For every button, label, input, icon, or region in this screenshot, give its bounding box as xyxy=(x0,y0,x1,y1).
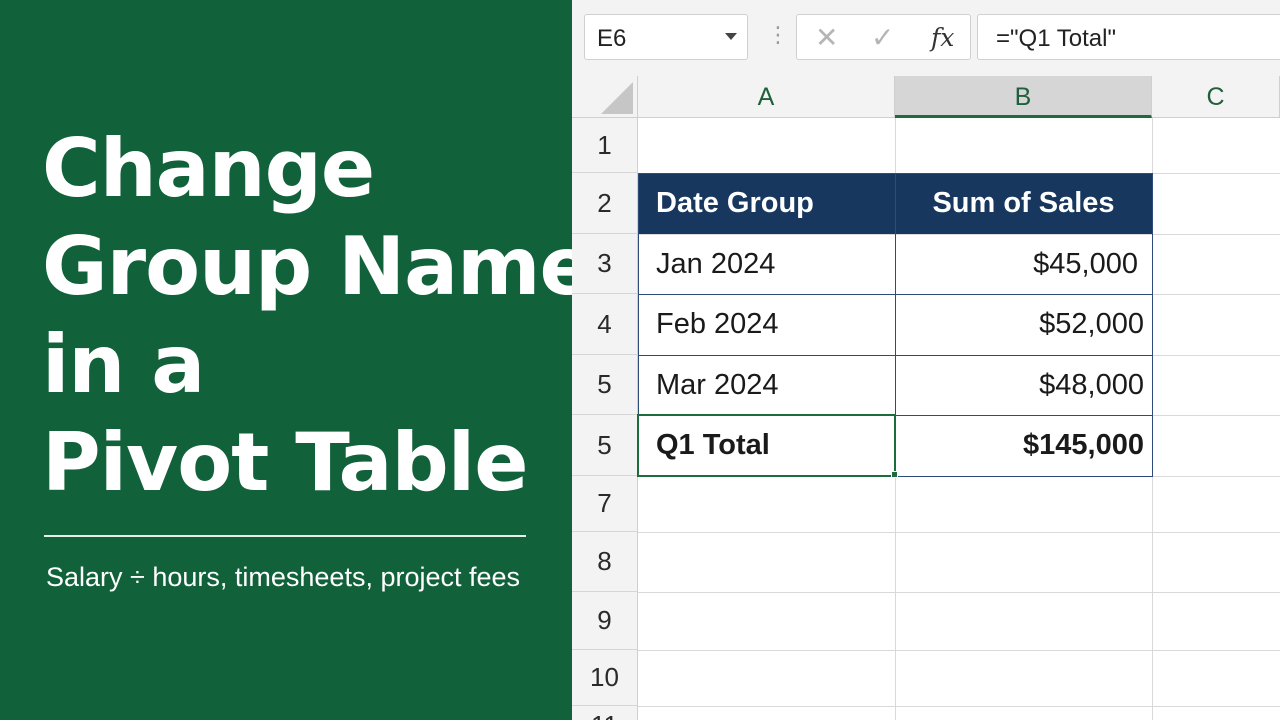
fill-handle[interactable] xyxy=(891,471,898,478)
hero-subtitle: Salary ÷ hours, timesheets, project fees xyxy=(46,562,521,592)
hero-title-line: Pivot Table xyxy=(42,416,528,509)
formula-actions: ✕ ✓ fx xyxy=(796,14,971,60)
spreadsheet: E6 ⋮ ✕ ✓ fx ="Q1 Total" A B C 1 2 3 4 5 … xyxy=(572,0,1280,720)
column-header-b[interactable]: B xyxy=(895,76,1152,118)
table-header-sum-of-sales[interactable]: Sum of Sales xyxy=(895,173,1152,234)
row-header[interactable]: 1 xyxy=(572,118,638,173)
grid-line xyxy=(638,706,1280,707)
table-cell[interactable]: $48,000 xyxy=(895,355,1152,415)
row-header[interactable]: 4 xyxy=(572,294,638,355)
name-box[interactable]: E6 xyxy=(584,14,748,60)
hero-divider xyxy=(44,535,526,537)
row-header[interactable]: 7 xyxy=(572,476,638,532)
row-header[interactable]: 10 xyxy=(572,650,638,706)
table-cell[interactable]: Mar 2024 xyxy=(638,355,895,415)
row-header[interactable]: 2 xyxy=(572,173,638,234)
cancel-icon[interactable]: ✕ xyxy=(815,21,838,54)
chevron-down-icon[interactable] xyxy=(725,33,737,40)
table-cell[interactable]: $52,000 xyxy=(895,294,1152,355)
table-cell[interactable]: Jan 2024 xyxy=(638,234,895,294)
hero-title: Change Group Name in a Pivot Table xyxy=(42,120,594,512)
more-options-icon[interactable]: ⋮ xyxy=(767,22,789,48)
select-all-icon xyxy=(601,82,633,114)
hero-title-line: in a xyxy=(42,318,205,411)
column-header-a[interactable]: A xyxy=(638,76,895,118)
enter-icon[interactable]: ✓ xyxy=(871,21,894,54)
insert-function-icon[interactable]: fx xyxy=(931,23,954,52)
total-value-cell[interactable]: $145,000 xyxy=(895,415,1152,476)
table-header-date-group[interactable]: Date Group xyxy=(638,173,895,234)
hero-panel: Change Group Name in a Pivot Table Salar… xyxy=(0,0,594,720)
row-header[interactable]: 9 xyxy=(572,592,638,650)
column-header-c[interactable]: C xyxy=(1152,76,1280,118)
row-header[interactable]: 5 xyxy=(572,415,638,476)
row-header[interactable]: 5 xyxy=(572,355,638,415)
grid-line xyxy=(638,532,1280,533)
select-all-button[interactable] xyxy=(572,76,638,118)
grid-line xyxy=(638,650,1280,651)
table-cell[interactable]: Feb 2024 xyxy=(638,294,895,355)
row-header[interactable]: 3 xyxy=(572,234,638,294)
table-cell[interactable]: $45,000 xyxy=(895,234,1152,294)
total-label-cell[interactable]: Q1 Total xyxy=(638,415,895,476)
hero-title-line: Group Name xyxy=(42,220,594,313)
table-line xyxy=(895,173,896,477)
grid-line xyxy=(638,592,1280,593)
row-header[interactable]: 11 xyxy=(572,706,638,720)
column-headers: A B C xyxy=(572,76,1280,118)
grid-line xyxy=(638,476,1280,477)
formula-bar: E6 ⋮ ✕ ✓ fx ="Q1 Total" xyxy=(572,0,1280,76)
grid-line xyxy=(1152,118,1153,720)
formula-input[interactable]: ="Q1 Total" xyxy=(977,14,1280,60)
name-box-value: E6 xyxy=(597,25,627,52)
row-header[interactable]: 8 xyxy=(572,532,638,592)
hero-title-line: Change xyxy=(42,122,375,215)
